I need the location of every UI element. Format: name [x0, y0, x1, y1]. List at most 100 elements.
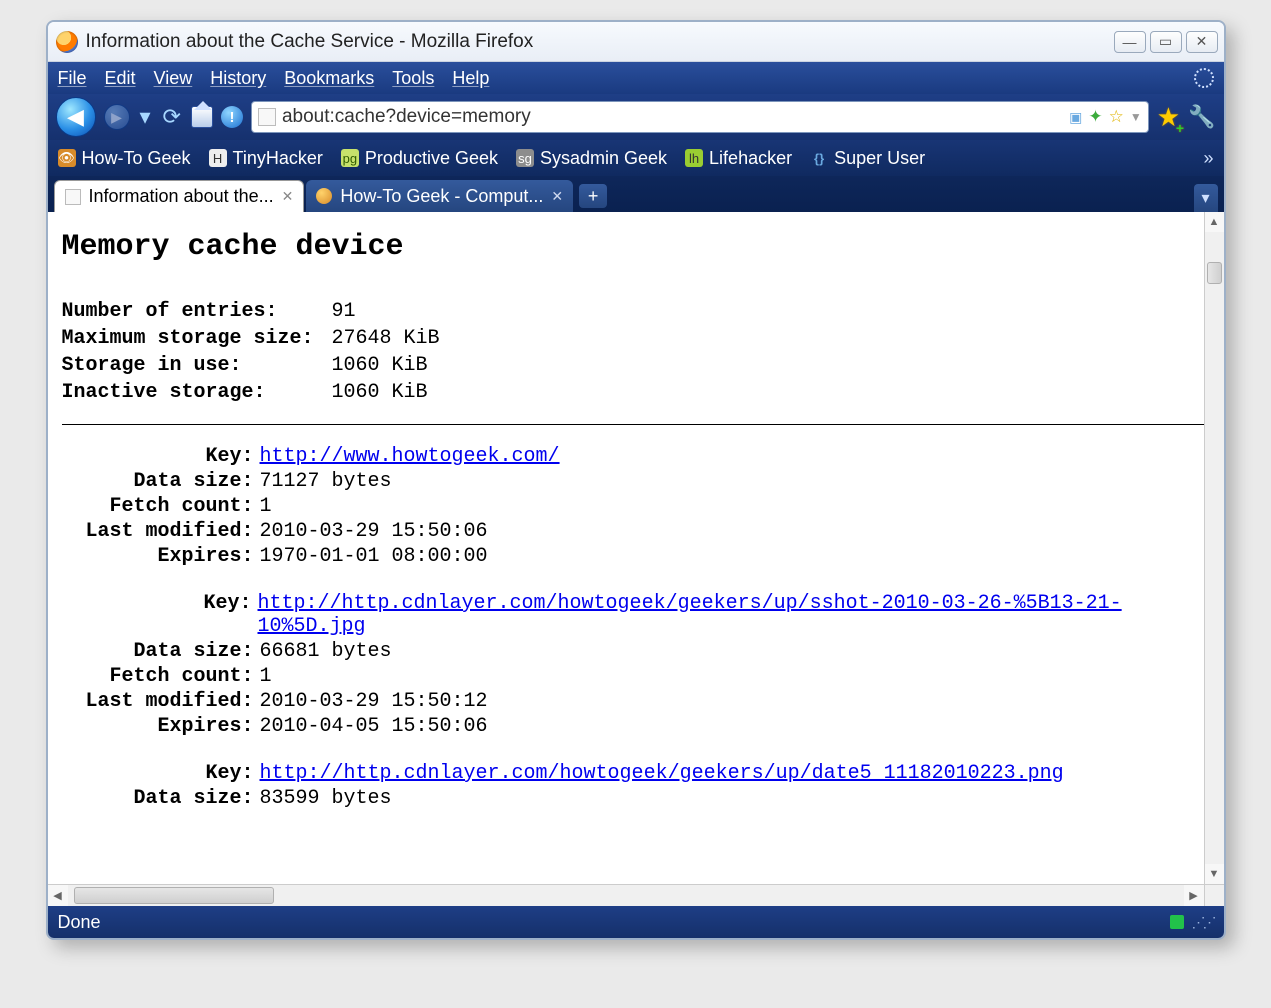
bookmark-label: How-To Geek — [82, 148, 191, 169]
tools-wrench-icon[interactable]: 🔧 — [1188, 104, 1215, 130]
firefox-icon — [56, 31, 78, 53]
entry-label: Data size: — [62, 787, 260, 810]
entry-value: 71127 bytes — [260, 470, 392, 493]
stat-value: 1060 KiB — [332, 354, 428, 377]
tabs-dropdown-icon[interactable]: ▾ — [1194, 184, 1218, 212]
vertical-scrollbar[interactable]: ▲ ▼ — [1204, 212, 1224, 884]
menu-history[interactable]: History — [210, 68, 266, 89]
horizontal-scrollbar[interactable]: ◀ ▶ — [48, 884, 1204, 906]
tab-label: How-To Geek - Comput... — [340, 186, 543, 207]
scroll-track[interactable] — [68, 885, 1184, 906]
superuser-icon: {} — [810, 149, 828, 167]
cache-key-link[interactable]: http://http.cdnlayer.com/howtogeek/geeke… — [258, 592, 1122, 638]
status-text: Done — [58, 912, 101, 933]
scroll-right-icon[interactable]: ▶ — [1184, 885, 1204, 906]
scroll-thumb[interactable] — [74, 887, 274, 904]
cache-key-link[interactable]: http://www.howtogeek.com/ — [260, 445, 560, 468]
entry-value: http://www.howtogeek.com/ — [260, 445, 560, 468]
entry-label: Fetch count: — [62, 665, 260, 688]
stat-label: Maximum storage size: — [62, 327, 332, 350]
menu-help[interactable]: Help — [452, 68, 489, 89]
titlebar: Information about the Cache Service - Mo… — [48, 22, 1224, 62]
feed-icon[interactable]: ▣ — [1069, 109, 1082, 126]
bookmarks-overflow-icon[interactable]: » — [1203, 148, 1213, 169]
entry-label: Fetch count: — [62, 495, 260, 518]
cache-entry: Key:http://www.howtogeek.com/Data size:7… — [62, 445, 1220, 568]
page-heading: Memory cache device — [62, 230, 1220, 264]
minimize-button[interactable]: — — [1114, 31, 1146, 53]
tab-page-icon — [65, 189, 81, 205]
bookmark-label: Super User — [834, 148, 925, 169]
bookmarks-toolbar: 👁How-To Geek HTinyHacker pgProductive Ge… — [48, 140, 1224, 176]
menu-bookmarks[interactable]: Bookmarks — [284, 68, 374, 89]
url-input[interactable] — [282, 106, 1063, 128]
cache-entries: Key:http://www.howtogeek.com/Data size:7… — [62, 445, 1220, 810]
menu-view[interactable]: View — [154, 68, 193, 89]
bookmark-howtogeek[interactable]: 👁How-To Geek — [58, 148, 191, 169]
scroll-left-icon[interactable]: ◀ — [48, 885, 68, 906]
maximize-button[interactable]: ▭ — [1150, 31, 1182, 53]
bookmark-tinyhacker[interactable]: HTinyHacker — [209, 148, 323, 169]
productivegeek-icon: pg — [341, 149, 359, 167]
entry-value: 2010-04-05 15:50:06 — [260, 715, 488, 738]
status-indicator-icon[interactable] — [1170, 915, 1184, 929]
cache-key-link[interactable]: http://http.cdnlayer.com/howtogeek/geeke… — [260, 762, 1064, 785]
tab-close-icon[interactable]: ✕ — [282, 188, 294, 205]
entry-label: Key: — [62, 762, 260, 785]
entry-value: 66681 bytes — [260, 640, 392, 663]
url-dropdown-icon[interactable]: ▼ — [1130, 110, 1142, 124]
tab-close-icon[interactable]: ✕ — [551, 188, 563, 205]
new-tab-button[interactable]: + — [579, 184, 607, 208]
close-button[interactable]: ✕ — [1186, 31, 1218, 53]
menu-tools[interactable]: Tools — [392, 68, 434, 89]
entry-value: 1 — [260, 665, 272, 688]
bookmark-label: Sysadmin Geek — [540, 148, 667, 169]
stat-label: Number of entries: — [62, 300, 332, 323]
tab-favicon-icon — [316, 188, 332, 204]
add-bookmark-button[interactable]: ★ — [1157, 102, 1180, 133]
home-button[interactable] — [191, 106, 213, 128]
stat-label: Storage in use: — [62, 354, 332, 377]
menu-edit[interactable]: Edit — [105, 68, 136, 89]
bookmark-star-icon[interactable]: ☆ — [1109, 107, 1124, 127]
forward-button[interactable]: ▶ — [104, 104, 130, 130]
firefox-window: Information about the Cache Service - Mo… — [46, 20, 1226, 940]
scroll-thumb[interactable] — [1207, 262, 1222, 284]
bookmark-label: Lifehacker — [709, 148, 792, 169]
tab-strip: Information about the... ✕ How-To Geek -… — [48, 176, 1224, 212]
tab-label: Information about the... — [89, 186, 274, 207]
info-button[interactable]: ! — [221, 106, 243, 128]
entry-value: 2010-03-29 15:50:06 — [260, 520, 488, 543]
bookmark-superuser[interactable]: {} Super User — [810, 148, 925, 169]
stat-value: 91 — [332, 300, 356, 323]
addon-icon[interactable]: ✦ — [1088, 107, 1102, 127]
entry-value: 1 — [260, 495, 272, 518]
reload-button[interactable]: ⟳ — [161, 104, 183, 130]
scroll-track[interactable] — [1205, 232, 1224, 864]
tab-about-cache[interactable]: Information about the... ✕ — [54, 180, 305, 212]
divider — [62, 424, 1220, 425]
menu-file[interactable]: File — [58, 68, 87, 89]
entry-label: Expires: — [62, 715, 260, 738]
scroll-up-icon[interactable]: ▲ — [1205, 212, 1224, 232]
page-icon — [258, 108, 276, 126]
bookmark-lifehacker[interactable]: lh Lifehacker — [685, 148, 792, 169]
entry-label: Key: — [62, 445, 260, 468]
sysadmingeek-icon: sg — [516, 149, 534, 167]
entry-label: Expires: — [62, 545, 260, 568]
url-bar[interactable]: ▣ ✦ ☆ ▼ — [251, 101, 1149, 133]
entry-value: 83599 bytes — [260, 787, 392, 810]
tinyhacker-icon: H — [209, 149, 227, 167]
resize-grip-icon[interactable]: ⋰⋰ — [1192, 914, 1214, 931]
cache-entry: Key:http://http.cdnlayer.com/howtogeek/g… — [62, 592, 1220, 738]
back-button[interactable]: ◀ — [56, 97, 96, 137]
bookmark-sysadmingeek[interactable]: sg Sysadmin Geek — [516, 148, 667, 169]
menubar: File Edit View History Bookmarks Tools H… — [48, 62, 1224, 94]
nav-toolbar: ◀ ▶ ▾ ⟳ ! ▣ ✦ ☆ ▼ ★ 🔧 — [48, 94, 1224, 140]
bookmark-productivegeek[interactable]: pgProductive Geek — [341, 148, 498, 169]
tab-howtogeek[interactable]: How-To Geek - Comput... ✕ — [306, 180, 573, 212]
scroll-down-icon[interactable]: ▼ — [1205, 864, 1224, 884]
lifehacker-icon: lh — [685, 149, 703, 167]
nav-dropdown-icon[interactable]: ▾ — [138, 104, 153, 130]
stat-value: 1060 KiB — [332, 381, 428, 404]
